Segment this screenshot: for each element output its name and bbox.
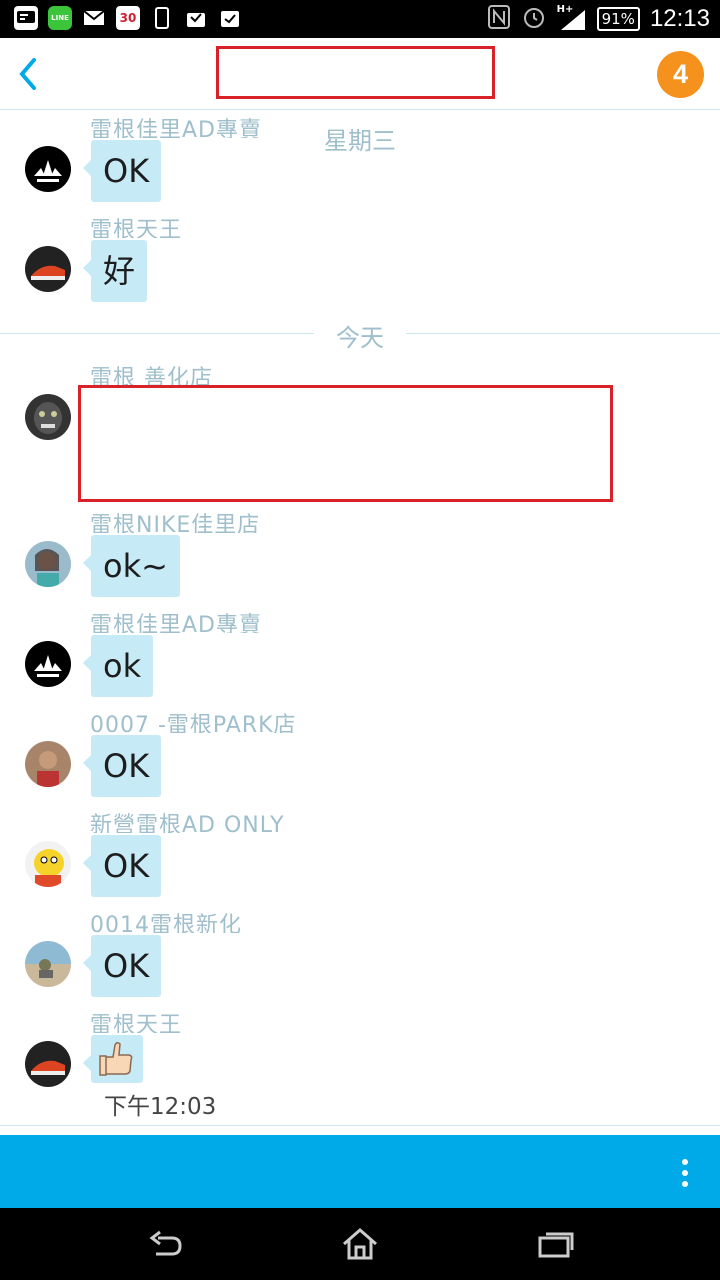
calendar-icon: 30 [116,6,140,30]
unread-count-badge[interactable]: 4 [657,51,704,98]
mail-icon [82,6,106,30]
thumbs-up-icon [99,1041,133,1076]
avatar[interactable] [25,394,71,440]
chat-header: 4 [0,38,720,110]
message-notification-icon [14,6,38,30]
sender-name: 雷根NIKE佳里店 [90,513,261,533]
system-nav-bar [0,1208,720,1280]
more-options-button[interactable] [680,1159,690,1187]
message-bubble[interactable]: OK [82,735,162,797]
compose-bar[interactable] [0,1135,720,1208]
redacted-message-content [78,385,613,502]
message-bubble[interactable]: OK [82,140,162,202]
sender-name: 雷根佳里AD專賣 [90,613,262,633]
date-label: 今天 [314,324,406,352]
divider [0,1125,720,1126]
back-arrow-icon [149,1230,182,1256]
home-icon [343,1228,377,1260]
avatar[interactable] [25,741,71,787]
recent-apps-nav-button[interactable] [536,1226,576,1262]
signal-icon: H+ [557,4,587,32]
alarm-icon [521,4,547,34]
message-timestamp: 下午12:03 [104,1094,217,1120]
back-nav-button[interactable] [146,1226,186,1262]
sender-name: 0014雷根新化 [90,913,242,933]
chevron-left-icon [19,58,36,90]
recent-apps-icon [538,1232,574,1258]
message-bubble[interactable]: ok [82,635,154,697]
message-bubble[interactable]: OK [82,935,162,997]
sender-name: 雷根 善化店 [90,366,213,386]
clipboard-check-icon [218,6,242,30]
message-bubble[interactable]: 好 [82,240,148,302]
phone-icon [150,6,174,30]
avatar[interactable] [25,941,71,987]
message-bubble[interactable] [83,1035,143,1083]
shopping-bag-icon [184,6,208,30]
message-bubble[interactable]: OK [82,835,162,897]
date-divider-today: 今天 [0,318,720,352]
sender-name: 雷根佳里AD專賣 [90,118,262,138]
date-label: 星期三 [302,127,418,155]
avatar[interactable] [25,146,71,192]
avatar[interactable] [25,541,71,587]
avatar[interactable] [25,841,71,887]
message-bubble[interactable]: ok~ [83,535,180,597]
home-nav-button[interactable] [340,1226,380,1262]
avatar[interactable] [25,641,71,687]
sender-name: 雷根天王 [90,1013,183,1033]
sender-name: 0007 -雷根PARK店 [90,713,297,733]
avatar[interactable] [25,1041,71,1087]
battery-indicator: 91% [596,7,640,31]
nfc-icon [487,4,511,34]
status-bar: LINE 30 H+ 91% 12:13 [0,0,720,38]
sender-name: 新營雷根AD ONLY [90,813,285,833]
sender-name: 雷根天王 [90,218,183,238]
clock: 12:13 [649,5,710,32]
back-button[interactable] [10,52,50,96]
chat-title-redacted [216,46,495,99]
line-app-icon: LINE [48,6,72,30]
avatar[interactable] [25,246,71,292]
